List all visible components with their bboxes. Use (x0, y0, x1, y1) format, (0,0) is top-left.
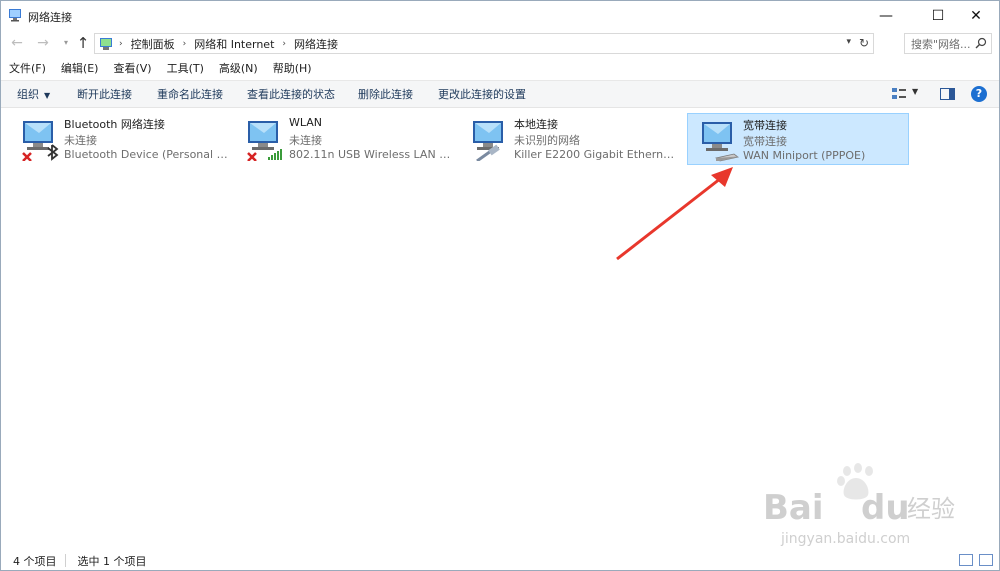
refresh-button[interactable]: ↻ (859, 36, 869, 50)
breadcrumb-separator[interactable]: › (183, 39, 187, 49)
recent-locations-button[interactable]: ▾ (57, 34, 75, 52)
breadcrumb-control-panel[interactable]: 控制面板 (131, 36, 175, 52)
menu-bar: 文件(F) 编辑(E) 查看(V) 工具(T) 高级(N) 帮助(H) (1, 59, 999, 79)
connection-device: Killer E2200 Gigabit Ethernet C... (514, 148, 679, 161)
title-bar[interactable]: 网络连接 — ☐ ✕ (1, 1, 999, 30)
organize-button[interactable]: 组织 ▼ (17, 81, 50, 108)
connection-status: 未连接 (289, 134, 322, 147)
large-icons-view-icon[interactable] (979, 554, 993, 566)
network-adapter-icon (702, 122, 739, 162)
breadcrumb-separator: › (119, 38, 123, 49)
view-toggle-group (959, 554, 993, 566)
menu-help[interactable]: 帮助(H) (265, 59, 319, 79)
svg-text:jingyan.baidu.com: jingyan.baidu.com (780, 531, 910, 547)
address-dropdown-button[interactable]: ▾ (846, 37, 851, 47)
connection-name: WLAN (289, 116, 323, 129)
connection-status: 未识别的网络 (514, 134, 580, 147)
status-bar: 4 个项目 选中 1 个项目 (1, 550, 999, 571)
connection-item-local[interactable]: 本地连接 未识别的网络 Killer E2200 Gigabit Etherne… (459, 113, 681, 165)
baidu-watermark-logo: Bai du 经验 jingyan.baidu.com (763, 463, 955, 547)
connection-device: 802.11n USB Wireless LAN Card (289, 148, 454, 161)
breadcrumb-network-internet[interactable]: 网络和 Internet (194, 36, 274, 52)
control-panel-icon (100, 37, 112, 50)
network-adapter-icon (247, 121, 282, 161)
back-button[interactable]: ← (8, 34, 26, 52)
connection-name: 宽带连接 (743, 119, 787, 132)
navigation-bar: ← → ▾ ↑ › 控制面板 › 网络和 Internet › 网络连接 ▾ ↻… (1, 30, 999, 57)
chevron-down-icon: ▼ (44, 91, 51, 100)
breadcrumb-separator[interactable]: › (282, 39, 286, 49)
annotation-arrow-icon (616, 167, 733, 261)
menu-file[interactable]: 文件(F) (1, 59, 53, 79)
explorer-window: 网络连接 — ☐ ✕ ← → ▾ ↑ › 控制面板 › 网络和 Internet… (0, 0, 1000, 571)
menu-edit[interactable]: 编辑(E) (53, 59, 106, 79)
view-status-button[interactable]: 查看此连接的状态 (247, 81, 335, 108)
modem-icon (715, 153, 739, 162)
network-adapter-icon (22, 121, 59, 161)
svg-text:Bai: Bai (763, 488, 824, 528)
connection-name: 本地连接 (514, 118, 558, 131)
details-view-icon[interactable] (959, 554, 973, 566)
disconnect-button[interactable]: 断开此连接 (77, 81, 132, 108)
help-icon[interactable]: ? (971, 86, 987, 102)
preview-pane-icon[interactable] (940, 88, 955, 100)
connection-item-bluetooth[interactable]: Bluetooth 网络连接 未连接 Bluetooth Device (Per… (9, 113, 231, 165)
change-settings-button[interactable]: 更改此连接的设置 (438, 81, 526, 108)
item-count: 4 个项目 (13, 554, 57, 568)
connection-item-wlan[interactable]: WLAN 未连接 802.11n USB Wireless LAN Card (234, 113, 456, 165)
delete-button[interactable]: 删除此连接 (358, 81, 413, 108)
bluetooth-icon (47, 144, 59, 161)
change-view-icon[interactable] (891, 87, 907, 101)
window-title: 网络连接 (28, 11, 72, 24)
connection-device: Bluetooth Device (Personal Ar... (64, 148, 229, 161)
connection-status: 未连接 (64, 134, 97, 147)
menu-tools[interactable]: 工具(T) (159, 59, 211, 79)
rename-button[interactable]: 重命名此连接 (157, 81, 223, 108)
forward-button[interactable]: → (34, 34, 52, 52)
connection-name: Bluetooth 网络连接 (64, 118, 165, 131)
connection-status: 宽带连接 (743, 135, 787, 148)
connection-device: WAN Miniport (PPPOE) (743, 149, 866, 162)
minimize-button[interactable]: — (863, 1, 909, 30)
network-adapter-icon (473, 121, 503, 161)
network-connections-icon (9, 9, 21, 22)
wifi-signal-icon (268, 149, 282, 160)
search-icon (975, 37, 987, 49)
svg-text:经验: 经验 (907, 495, 955, 523)
menu-view[interactable]: 查看(V) (105, 59, 158, 79)
close-button[interactable]: ✕ (953, 1, 999, 30)
address-bar[interactable]: › 控制面板 › 网络和 Internet › 网络连接 ▾ ↻ (94, 33, 874, 54)
menu-advanced[interactable]: 高级(N) (211, 59, 265, 79)
connection-item-broadband[interactable]: 宽带连接 宽带连接 WAN Miniport (PPPOE) (687, 113, 909, 165)
selection-count: 选中 1 个项目 (77, 554, 147, 568)
svg-text:du: du (861, 488, 910, 528)
up-button[interactable]: ↑ (74, 34, 92, 52)
search-placeholder: 搜索"网络... (911, 37, 971, 51)
organize-label: 组织 (17, 88, 39, 101)
view-options-chevron-icon[interactable]: ▼ (912, 87, 918, 96)
search-input[interactable]: 搜索"网络... (904, 33, 992, 54)
breadcrumb-network-connections[interactable]: 网络连接 (294, 36, 338, 52)
command-bar: 组织 ▼ 断开此连接 重命名此连接 查看此连接的状态 删除此连接 更改此连接的设置… (1, 80, 999, 108)
